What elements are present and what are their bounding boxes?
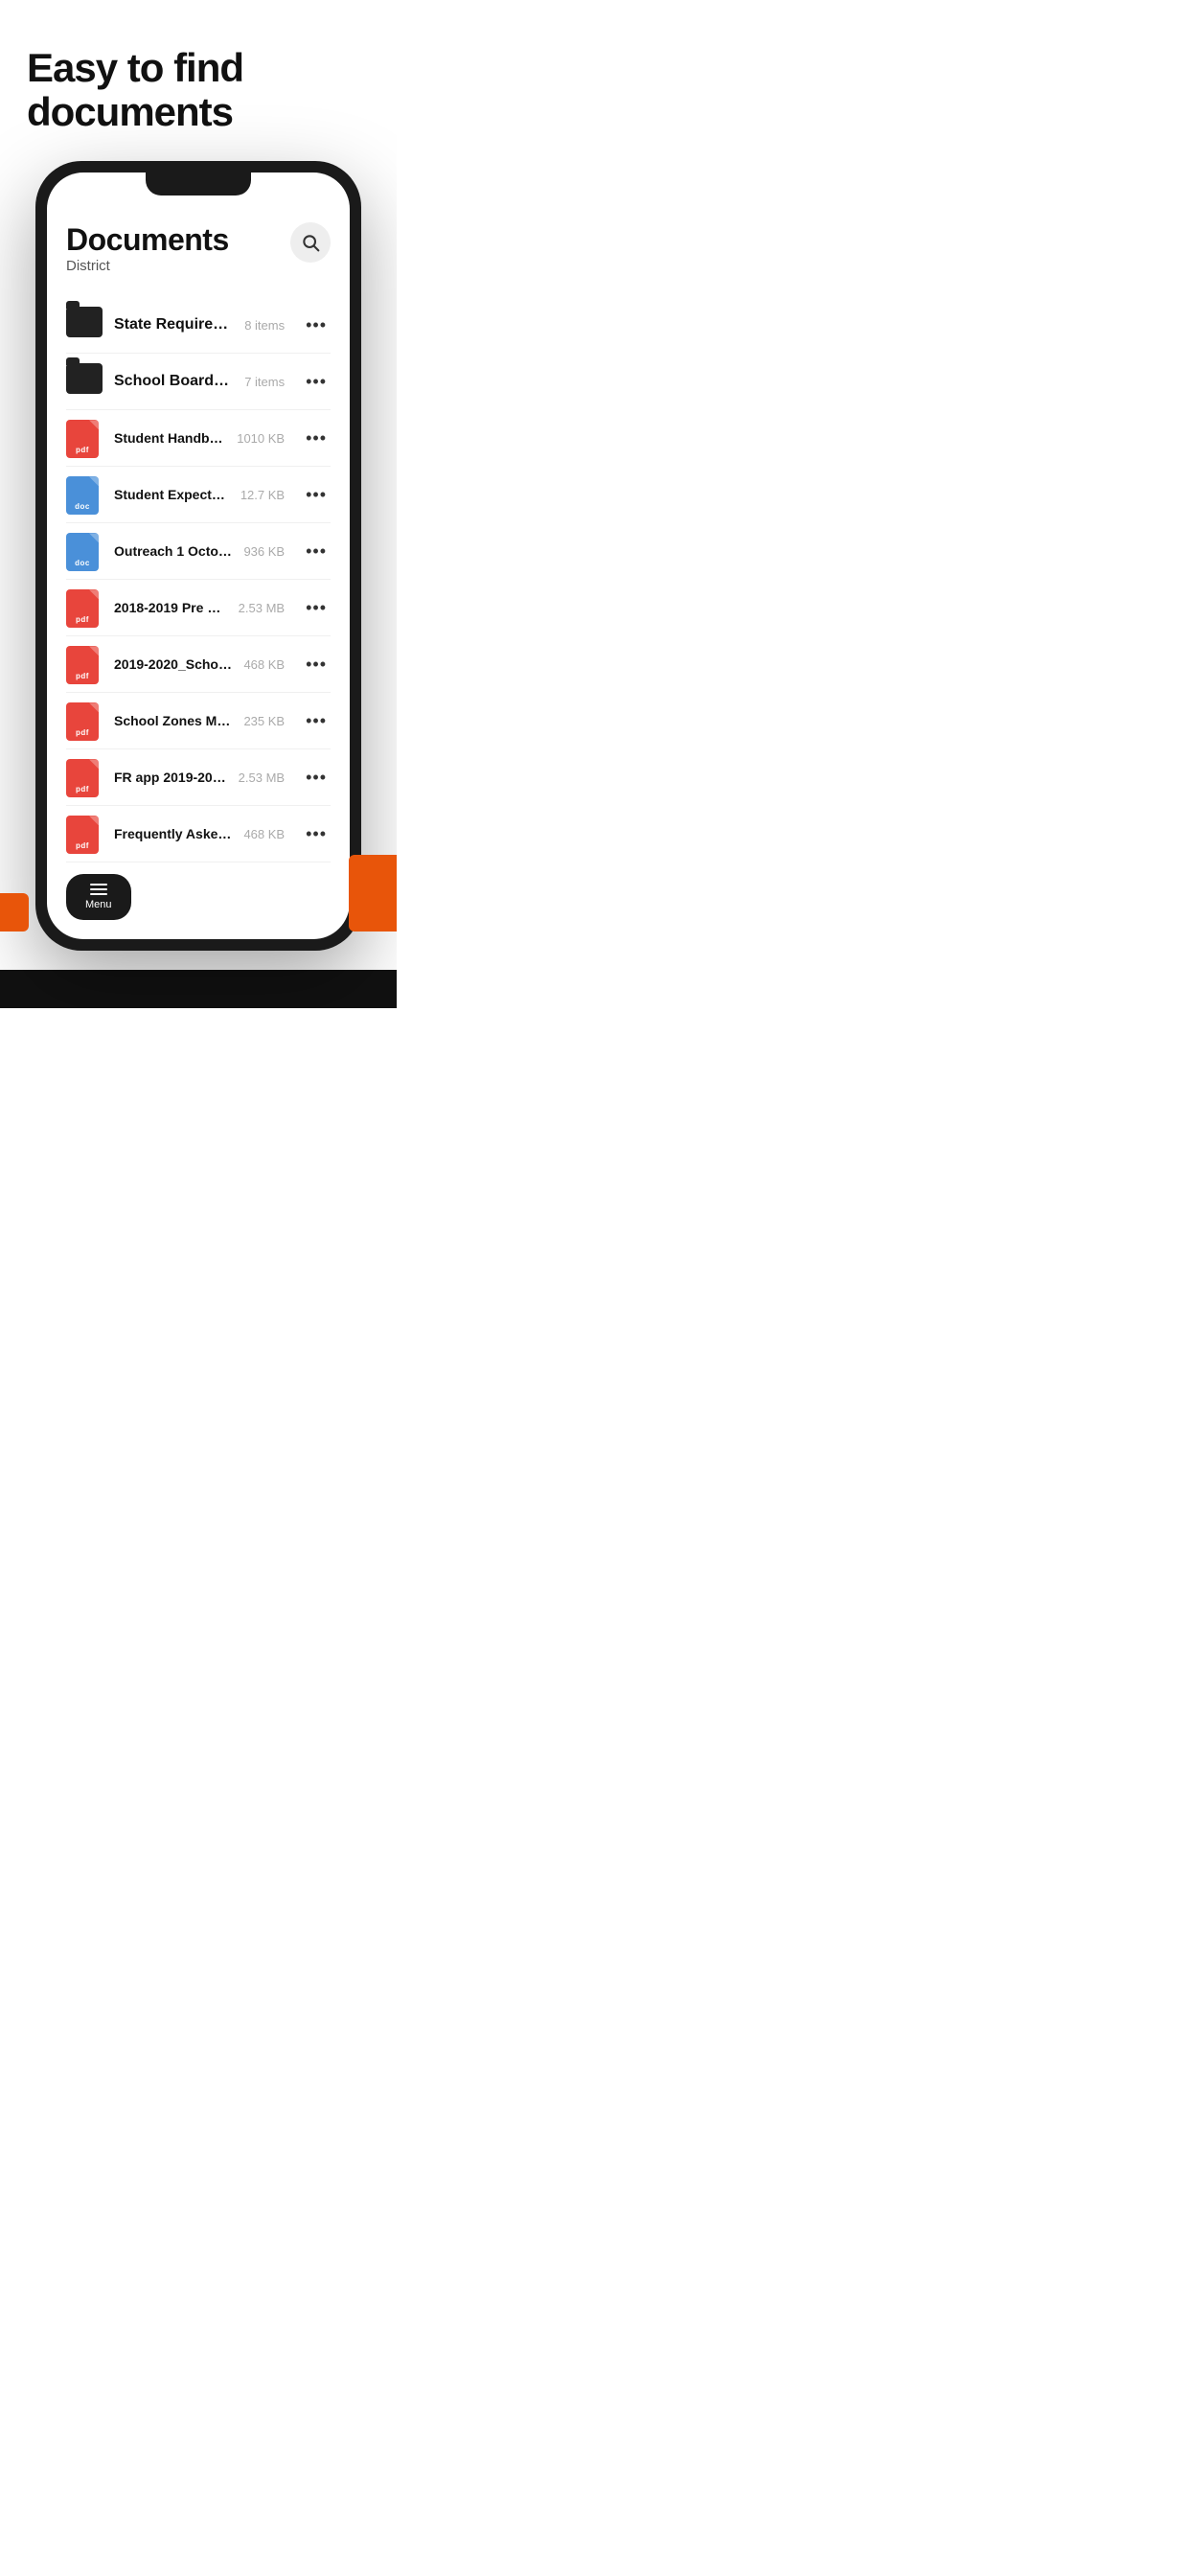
- doc-meta: 235 KB: [243, 714, 285, 728]
- app-title-group: Documents District: [66, 222, 229, 293]
- doc-info: Outreach 1 October 17th.doc: [114, 543, 232, 559]
- doc-meta: 1010 KB: [237, 431, 285, 446]
- hero-section: Easy to find documents: [0, 0, 397, 161]
- more-options-button[interactable]: •••: [302, 820, 331, 848]
- more-options-button[interactable]: •••: [302, 481, 331, 509]
- app-subtitle: District: [66, 258, 229, 274]
- doc-meta: 8 items: [244, 318, 285, 333]
- page-wrapper: Easy to find documents Documents Distric…: [0, 0, 397, 1008]
- pdf-icon-handbooks: pdf: [66, 420, 103, 456]
- doc-name: Student Expectations for...: [114, 487, 229, 502]
- more-options-button[interactable]: •••: [302, 538, 331, 565]
- doc-info: School Board Policies: [114, 373, 233, 390]
- more-options-button[interactable]: •••: [302, 707, 331, 735]
- more-options-button[interactable]: •••: [302, 594, 331, 622]
- doc-name: Frequently Asked Questions...: [114, 826, 232, 841]
- list-item[interactable]: pdf 2019-2020_School_Calenda... 468 KB •…: [66, 636, 331, 693]
- pdf-icon-faq: pdf: [66, 816, 103, 852]
- more-options-button[interactable]: •••: [302, 425, 331, 452]
- phone-area: Documents District: [0, 161, 397, 970]
- more-options-button[interactable]: •••: [302, 311, 331, 339]
- menu-line-2: [90, 888, 107, 890]
- doc-info: 2019-2020_School_Calenda...: [114, 656, 232, 672]
- hero-title: Easy to find documents: [27, 46, 370, 134]
- more-options-button[interactable]: •••: [302, 651, 331, 678]
- menu-label: Menu: [85, 899, 112, 910]
- phone-screen: Documents District: [47, 172, 350, 939]
- app-title: Documents: [66, 222, 229, 258]
- doc-meta: 468 KB: [243, 657, 285, 672]
- doc-info: FR app 2019-20 Spanish: [114, 770, 227, 785]
- menu-icon: [90, 884, 107, 895]
- doc-name: School Board Policies: [114, 373, 233, 390]
- menu-line-3: [90, 893, 107, 895]
- menu-line-1: [90, 884, 107, 886]
- phone-container: Documents District: [0, 161, 397, 951]
- doc-info: Frequently Asked Questions...: [114, 826, 232, 841]
- list-item[interactable]: pdf Frequently Asked Questions... 468 KB…: [66, 806, 331, 862]
- doc-info: 2018-2019 Pre K Applic...: [114, 600, 227, 615]
- doc-meta: 12.7 KB: [240, 488, 285, 502]
- list-item[interactable]: doc Student Expectations for... 12.7 KB …: [66, 467, 331, 523]
- doc-icon-expectations: doc: [66, 476, 103, 513]
- orange-decoration-left: [0, 893, 29, 932]
- list-item[interactable]: pdf Student Handbooks.pdf 1010 KB •••: [66, 410, 331, 467]
- list-item[interactable]: State Required Info 8 items •••: [66, 297, 331, 354]
- list-item[interactable]: pdf School Zones Map[draft 2]... 235 KB …: [66, 693, 331, 749]
- doc-icon-outreach: doc: [66, 533, 103, 569]
- search-button[interactable]: [290, 222, 331, 263]
- doc-meta: 7 items: [244, 375, 285, 389]
- doc-name: FR app 2019-20 Spanish: [114, 770, 227, 785]
- folder-icon-state: [66, 307, 103, 343]
- doc-meta: 2.53 MB: [239, 601, 285, 615]
- pdf-icon-prek: pdf: [66, 589, 103, 626]
- list-item[interactable]: doc Outreach 1 October 17th.doc 936 KB •…: [66, 523, 331, 580]
- pdf-icon-calendar: pdf: [66, 646, 103, 682]
- list-item[interactable]: pdf FR app 2019-20 Spanish 2.53 MB •••: [66, 749, 331, 806]
- phone-mockup: Documents District: [35, 161, 361, 951]
- bottom-bar: [0, 970, 397, 1008]
- doc-meta: 2.53 MB: [239, 770, 285, 785]
- phone-notch: [146, 172, 251, 196]
- doc-name: State Required Info: [114, 316, 233, 334]
- doc-name: Student Handbooks.pdf: [114, 430, 225, 446]
- doc-info: School Zones Map[draft 2]...: [114, 713, 232, 728]
- more-options-button[interactable]: •••: [302, 368, 331, 396]
- orange-decoration-right: [349, 855, 397, 932]
- doc-info: Student Handbooks.pdf: [114, 430, 225, 446]
- pdf-icon-zones: pdf: [66, 702, 103, 739]
- pdf-icon-spanish: pdf: [66, 759, 103, 795]
- document-list: State Required Info 8 items •••: [66, 297, 331, 862]
- doc-name: Outreach 1 October 17th.doc: [114, 543, 232, 559]
- app-header: Documents District: [66, 222, 331, 293]
- app-content: Documents District: [47, 172, 350, 939]
- menu-button[interactable]: Menu: [66, 874, 131, 920]
- doc-name: 2018-2019 Pre K Applic...: [114, 600, 227, 615]
- list-item[interactable]: School Board Policies 7 items •••: [66, 354, 331, 410]
- search-icon: [301, 233, 320, 252]
- menu-bar: Menu: [66, 874, 131, 920]
- list-item[interactable]: pdf 2018-2019 Pre K Applic... 2.53 MB ••…: [66, 580, 331, 636]
- doc-meta: 936 KB: [243, 544, 285, 559]
- doc-info: State Required Info: [114, 316, 233, 334]
- more-options-button[interactable]: •••: [302, 764, 331, 792]
- doc-meta: 468 KB: [243, 827, 285, 841]
- doc-info: Student Expectations for...: [114, 487, 229, 502]
- doc-name: School Zones Map[draft 2]...: [114, 713, 232, 728]
- folder-icon-school: [66, 363, 103, 400]
- doc-name: 2019-2020_School_Calenda...: [114, 656, 232, 672]
